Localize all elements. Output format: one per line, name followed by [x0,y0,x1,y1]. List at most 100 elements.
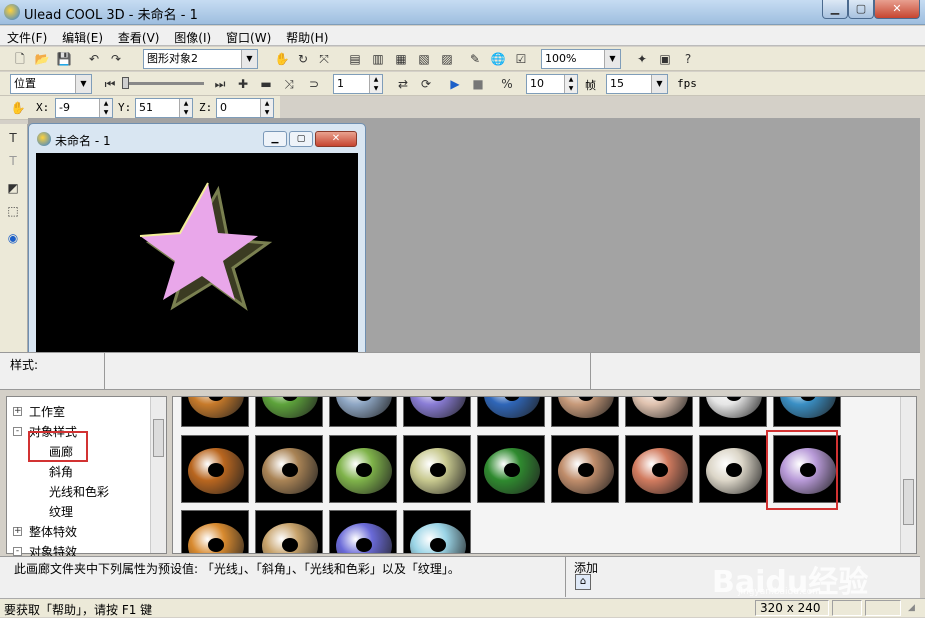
gallery-thumbnail[interactable] [181,435,249,503]
remove-keyframe-icon[interactable]: ▬ [256,74,276,94]
gallery-thumbnail[interactable] [329,510,397,553]
light-icon[interactable]: ✎ [465,49,485,69]
percent-icon[interactable]: % [497,74,517,94]
geometric-icon[interactable]: ◉ [3,228,23,248]
gallery-thumbnail[interactable] [181,397,249,427]
timeline-slider[interactable] [122,82,204,85]
divider [590,353,591,389]
help-pointer-icon[interactable]: ? [678,49,698,69]
layer-back-icon[interactable]: ▧ [414,49,434,69]
gallery-thumbnail[interactable] [551,435,619,503]
timeline-handle[interactable] [122,77,129,89]
gallery-thumbnail[interactable] [403,510,471,553]
divider [565,557,566,597]
maximize-button[interactable]: ▢ [848,0,874,19]
menu-view[interactable]: 查看(V) [114,26,164,49]
tree-scrollbar[interactable] [150,397,166,553]
x-stepper[interactable]: -9 ▲ ▼ [55,98,113,118]
menu-file[interactable]: 文件(F) [3,26,51,49]
expand-icon[interactable]: + [13,527,22,536]
gallery-thumbnail[interactable] [255,397,323,427]
redo-icon[interactable]: ↷ [106,49,126,69]
add-favorite-icon[interactable]: ⌂ [575,574,591,590]
frame-stepper[interactable]: 1 ▲ ▼ [333,74,383,94]
gallery-scrollbar[interactable] [900,397,916,553]
zoom-select[interactable]: 100% ▼ [541,49,621,69]
gallery-thumbnail[interactable] [255,510,323,553]
tree-item-light-color[interactable]: 光线和色彩 [49,483,109,500]
globe-icon[interactable]: 🌐 [488,49,508,69]
open-folder-icon[interactable]: 📂 [32,49,52,69]
rotate-hand-icon[interactable]: ↻ [293,49,313,69]
tree-item-texture[interactable]: 纹理 [49,503,73,520]
resize-grip-icon[interactable]: ◢ [908,603,915,613]
layer-forward-icon[interactable]: ▥ [368,49,388,69]
last-frame-icon[interactable]: ⏭ [210,74,230,94]
scroll-thumb[interactable] [153,419,164,457]
reverse-icon[interactable]: ⊃ [304,74,324,94]
gallery-thumbnail[interactable] [329,397,397,427]
render-canvas[interactable] [36,153,358,353]
plugin-icon[interactable]: ✦ [632,49,652,69]
gallery-thumbnail[interactable] [773,397,841,427]
resize-icon[interactable]: ⤧ [314,49,334,69]
stop-icon[interactable]: ■ [468,74,488,94]
scroll-thumb[interactable] [903,479,914,525]
undo-icon[interactable]: ↶ [84,49,104,69]
mode-select[interactable]: 位置 ▼ [10,74,92,94]
gallery-thumbnail[interactable] [403,397,471,427]
gallery-thumbnail[interactable] [329,435,397,503]
minimize-button[interactable]: ▁ [822,0,848,19]
menu-window[interactable]: 窗口(W) [222,26,275,49]
fps-select[interactable]: 15 ▼ [606,74,668,94]
loop-icon[interactable]: ⇄ [393,74,413,94]
gallery-thumbnail[interactable] [477,435,545,503]
text-tool-icon[interactable]: T [3,128,23,148]
tree-item-studio[interactable]: 工作室 [29,403,65,420]
split-keyframe-icon[interactable]: ⤨ [279,74,299,94]
star-object[interactable] [36,153,358,353]
menu-image[interactable]: 图像(I) [170,26,215,49]
new-file-icon[interactable]: 🗋 [10,49,30,69]
layer-panel-icon[interactable]: ▨ [437,49,457,69]
menu-edit[interactable]: 编辑(E) [58,26,107,49]
y-stepper[interactable]: 51 ▲ ▼ [135,98,193,118]
add-keyframe-icon[interactable]: ✚ [233,74,253,94]
tree-item-global-effects[interactable]: 整体特效 [29,523,77,540]
first-frame-icon[interactable]: ⏮ [100,74,120,94]
refresh-icon[interactable]: ⟳ [416,74,436,94]
collapse-icon[interactable]: - [13,547,22,556]
z-stepper[interactable]: 0 ▲ ▼ [216,98,274,118]
layer-front-icon[interactable]: ▤ [345,49,365,69]
close-button[interactable]: ✕ [874,0,920,19]
edit-text-icon[interactable]: T [3,151,23,171]
doc-maximize-button[interactable]: ▢ [289,131,313,147]
gallery-thumbnail[interactable] [551,397,619,427]
collapse-icon[interactable]: - [13,427,22,436]
gallery-thumbnail[interactable] [403,435,471,503]
hand-move-icon[interactable]: ✋ [272,49,292,69]
chart-icon[interactable]: ☑ [511,49,531,69]
hand-position-icon[interactable]: ✋ [8,98,28,118]
gallery-thumbnail[interactable] [181,510,249,553]
layer-backward-icon[interactable]: ▦ [391,49,411,69]
doc-minimize-button[interactable]: ▁ [263,131,287,147]
insert-object-icon[interactable]: ◩ [3,178,23,198]
gallery-thumbnail[interactable] [699,397,767,427]
object-select[interactable]: 图形对象2 ▼ [143,49,258,69]
play-icon[interactable]: ▶ [445,74,465,94]
gallery-thumbnail[interactable] [625,435,693,503]
total-frames-stepper[interactable]: 10 ▲ ▼ [526,74,578,94]
doc-close-button[interactable]: ✕ [315,131,357,147]
menu-help[interactable]: 帮助(H) [282,26,332,49]
gallery-icon[interactable]: ▣ [655,49,675,69]
expand-icon[interactable]: + [13,407,22,416]
select-object-icon[interactable]: ⬚ [3,201,23,221]
gallery-thumbnail[interactable] [255,435,323,503]
save-icon[interactable]: 💾 [54,49,74,69]
tree-item-bevel[interactable]: 斜角 [49,463,73,480]
gallery-thumbnail[interactable] [625,397,693,427]
gallery-thumbnail[interactable] [699,435,767,503]
gallery-thumbnail[interactable] [477,397,545,427]
ring-preview [780,397,836,418]
